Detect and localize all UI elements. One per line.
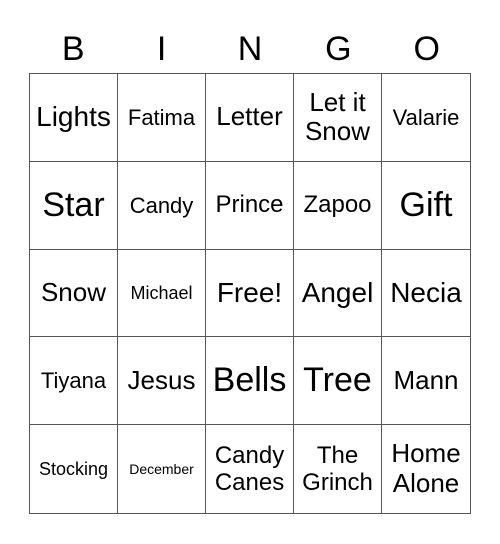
bingo-cell[interactable]: Valarie	[382, 74, 470, 162]
bingo-cell free-space[interactable]: Free!	[206, 249, 294, 338]
bingo-cell[interactable]: Bells	[206, 337, 294, 426]
bingo-cell[interactable]: Home Alone	[382, 425, 470, 513]
bingo-grid: Lights Fatima Letter Let it Snow Valarie…	[29, 73, 471, 514]
header-letter-i: I	[156, 30, 167, 68]
bingo-cell[interactable]: Letter	[206, 74, 294, 162]
bingo-cell[interactable]: Tiyana	[30, 337, 118, 426]
bingo-cell[interactable]: Snow	[30, 249, 118, 338]
bingo-cell[interactable]: Candy Canes	[206, 425, 294, 513]
bingo-cell[interactable]: Fatima	[118, 74, 206, 162]
bingo-cell[interactable]: Mann	[382, 337, 470, 426]
bingo-cell[interactable]: Prince	[206, 161, 294, 250]
bingo-cell[interactable]: Lights	[30, 74, 118, 162]
bingo-cell[interactable]: Angel	[294, 249, 382, 338]
bingo-cell[interactable]: Zapoo	[294, 161, 382, 250]
bingo-cell[interactable]: Star	[30, 161, 118, 250]
bingo-header: B I N G O	[29, 26, 471, 72]
bingo-cell[interactable]: Stocking	[30, 425, 118, 513]
bingo-cell[interactable]: Tree	[294, 337, 382, 426]
bingo-cell[interactable]: December	[118, 425, 206, 513]
bingo-cell[interactable]: Necia	[382, 250, 470, 338]
bingo-cell[interactable]: Michael	[118, 249, 206, 338]
bingo-cell[interactable]: Candy	[118, 161, 206, 250]
bingo-cell[interactable]: The Grinch	[294, 425, 382, 513]
bingo-cell[interactable]: Jesus	[118, 337, 206, 426]
header-letter-b: B	[61, 30, 85, 68]
header-letter-g: G	[325, 30, 352, 68]
bingo-cell[interactable]: Let it Snow	[294, 74, 382, 162]
header-letter-o: O	[413, 30, 440, 68]
header-letter-n: N	[237, 30, 263, 68]
bingo-cell[interactable]: Gift	[382, 162, 470, 250]
